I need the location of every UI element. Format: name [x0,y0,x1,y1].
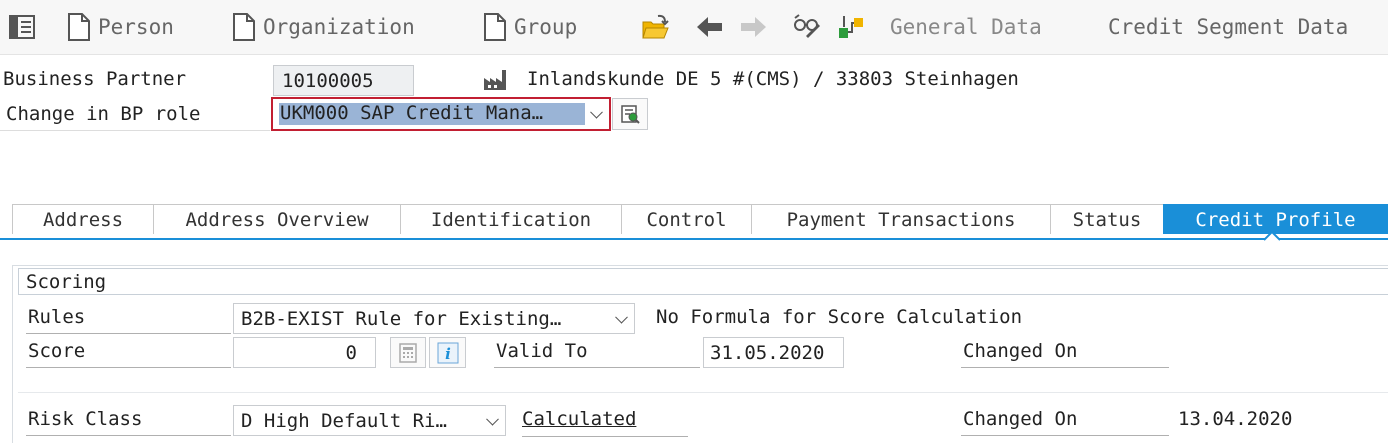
risk-class-select[interactable]: D High Default Ri… [233,405,506,436]
valid-to-label: Valid To [496,340,588,362]
tab-status[interactable]: Status [1050,204,1164,234]
business-partner-label: Business Partner [3,68,187,90]
credit-segment-button[interactable]: Credit Segment Data [1108,10,1348,44]
bp-role-value: UKM000 SAP Credit Mana… [280,102,544,124]
valid-to-field[interactable]: 31.05.2020 [703,337,844,368]
open-folder-icon [642,14,669,39]
changed-on-label-2: Changed On [963,408,1078,430]
document-icon [68,13,90,41]
score-label-row: Score [26,339,231,368]
person-label: Person [98,15,174,39]
calculator-icon [399,342,417,363]
document-icon [233,13,255,41]
tab-label: Address [42,208,124,231]
changed-on-label-row: Changed On [961,339,1169,368]
business-partner-description: Inlandskunde DE 5 #(CMS) / 33803 Steinha… [527,68,1019,90]
back-button[interactable] [695,10,725,44]
changed-on-value-2: 13.04.2020 [1178,408,1293,430]
general-data-label: General Data [890,15,1042,39]
tab-address[interactable]: Address [12,204,154,234]
document-icon [484,13,506,41]
role-details-button[interactable] [612,98,648,130]
scoring-title: Scoring [26,271,107,293]
active-tab-pointer-icon [1264,232,1280,241]
risk-class-label-row: Risk Class [26,407,231,436]
arrow-right-icon [741,17,766,37]
tab-strip: Address Address Overview Identification … [12,204,1388,234]
tab-label: Control [646,208,727,231]
tab-identification[interactable]: Identification [400,204,622,234]
risk-class-label: Risk Class [28,408,143,430]
tab-control[interactable]: Control [621,204,752,234]
credit-segment-label: Credit Segment Data [1108,15,1349,39]
info-button[interactable]: i [429,337,466,368]
forward-button[interactable] [738,10,768,44]
score-value: 0 [345,341,357,364]
tab-payment-transactions[interactable]: Payment Transactions [751,204,1051,234]
chevron-down-icon [486,412,499,426]
changed-on-label-row-2: Changed On [961,407,1169,436]
organization-button[interactable]: Organization [231,10,415,44]
score-field[interactable]: 0 [233,337,376,368]
formula-note: No Formula for Score Calculation [656,306,1023,328]
display-change-button[interactable] [792,10,822,44]
score-label: Score [28,340,86,362]
business-partner-value: 10100005 [282,69,374,92]
svg-text:i: i [445,345,451,363]
tab-label: Address Overview [185,208,369,231]
side-panel-button[interactable] [8,10,36,44]
side-panel-icon [9,15,35,39]
chevron-down-icon [615,310,628,324]
business-partner-field[interactable]: 10100005 [273,65,414,96]
person-button[interactable]: Person [66,10,174,44]
changed-on-label: Changed On [963,340,1078,362]
tab-label: Credit Profile [1195,208,1356,231]
relationship-icon [839,16,863,38]
rules-select[interactable]: B2B-EXIST Rule for Existing… [233,303,635,334]
valid-to-value: 31.05.2020 [710,341,825,364]
scoring-header: Scoring [18,268,1388,295]
application-toolbar: Person Organization Group General Data C… [0,0,1388,55]
rules-label: Rules [28,306,86,328]
general-data-button[interactable]: General Data [890,10,1042,44]
factory-icon [484,70,506,90]
tab-address-overview[interactable]: Address Overview [153,204,401,234]
glasses-pencil-icon [794,14,820,38]
rules-label-row: Rules [26,305,231,334]
calculator-button[interactable] [390,337,426,368]
tab-underline [0,238,1388,240]
tab-credit-profile[interactable]: Credit Profile [1163,204,1388,234]
chevron-down-icon [590,105,603,119]
role-label-row: Change in BP role [0,98,270,131]
relationships-button[interactable] [836,10,866,44]
search-document-icon [621,105,640,124]
valid-to-label-row: Valid To [494,339,700,368]
rules-value: B2B-EXIST Rule for Existing… [241,307,562,330]
group-button[interactable]: Group [482,10,577,44]
bp-role-select[interactable]: UKM000 SAP Credit Mana… [271,97,611,131]
tab-label: Identification [430,208,592,231]
risk-class-value: D High Default Ri… [241,409,447,432]
open-folder-button[interactable] [640,10,670,44]
calculated-link[interactable]: Calculated [522,408,636,430]
tab-label: Status [1072,208,1142,231]
arrow-left-icon [697,17,722,37]
organization-label: Organization [263,15,415,39]
role-label: Change in BP role [6,103,201,125]
info-icon: i [437,342,458,363]
group-label: Group [514,15,578,39]
section-divider [18,392,1388,393]
tab-label: Payment Transactions [786,208,1016,231]
calculated-link-row: Calculated [522,408,688,437]
